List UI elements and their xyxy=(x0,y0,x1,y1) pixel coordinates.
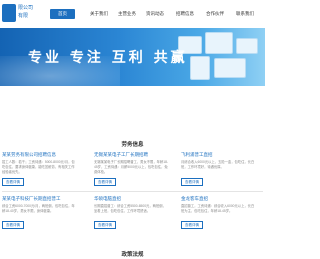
job-card-text: 月综合收入6000元以上，五险一金，包吃住，长白班，工作环境好，待遇优厚。 xyxy=(181,160,255,169)
job-card-text: 综合工资6000-7000元/月，两班倒，包吃包住，年龄18-40岁，男女不限，… xyxy=(2,204,75,213)
job-card-detail-button[interactable]: 查看详情 xyxy=(94,221,116,229)
job-card-detail-button[interactable]: 查看详情 xyxy=(2,178,24,186)
job-card-title[interactable]: 飞利浦普工直招 xyxy=(181,152,213,158)
job-card-title[interactable]: 金龙客车直招 xyxy=(181,196,208,202)
job-card-detail-button[interactable]: 查看详情 xyxy=(181,221,203,229)
tablet-graphic xyxy=(190,56,210,80)
job-card-title[interactable]: 华硕电脑直招 xyxy=(94,196,121,202)
top-navigation: 限公司 有限 首页 关于我们 主营业务 资讯动态 招聘信息 合作伙伴 联系我们 xyxy=(0,0,265,28)
company-logo[interactable] xyxy=(2,4,16,22)
job-card-text: 招工人数：若干；工资待遇：5000-8000元/月，包吃包住，要求身体健康，能吃… xyxy=(2,160,75,174)
policy-section-title: 政策法规 xyxy=(121,252,144,258)
job-card-title[interactable]: 某某劳务有限公司招聘信息 xyxy=(2,152,56,158)
laptop-graphic xyxy=(214,58,246,78)
job-card-text: 直招普工，工资待遇：综合收入6000元以上，长白班为主，包吃包住，年龄18-45… xyxy=(181,204,255,213)
nav-item-jobs[interactable]: 招聘信息 xyxy=(176,11,194,17)
monitor-graphic xyxy=(205,32,233,54)
nav-item-partners[interactable]: 合作伙伴 xyxy=(206,11,224,17)
job-card-detail-button[interactable]: 查看详情 xyxy=(2,221,24,229)
job-card-title[interactable]: 某某电子科技厂长期直招普工 xyxy=(2,196,61,202)
nav-item-contact[interactable]: 联系我们 xyxy=(236,11,254,17)
job-card-title[interactable]: 无锡某某电子工厂长期招聘 xyxy=(94,152,148,158)
job-card-text: 长期直招普工：综合工资5500-6500元，两班倒，坐着上班，包吃包住，工作环境… xyxy=(94,204,166,213)
nav-item-business[interactable]: 主营业务 xyxy=(118,11,136,17)
job-card-detail-button[interactable]: 查看详情 xyxy=(94,178,116,186)
job-card-text: 无锡某某电子厂长期招聘普工，男女不限，年龄18-45岁，工资待遇：月薪5000元… xyxy=(94,160,168,174)
row-divider xyxy=(2,191,263,192)
job-card-detail-button[interactable]: 查看详情 xyxy=(181,178,203,186)
monitor-graphic xyxy=(236,38,258,54)
nav-item-about[interactable]: 关于我们 xyxy=(90,11,108,17)
company-name: 限公司 有限 xyxy=(18,5,34,19)
nav-item-news[interactable]: 资讯动态 xyxy=(146,11,164,17)
nav-item-home[interactable]: 首页 xyxy=(50,9,75,19)
jobs-section-title: 劳务信息 xyxy=(121,142,144,148)
banner-slogan: 专业 专注 互利 共赢 xyxy=(28,50,188,66)
